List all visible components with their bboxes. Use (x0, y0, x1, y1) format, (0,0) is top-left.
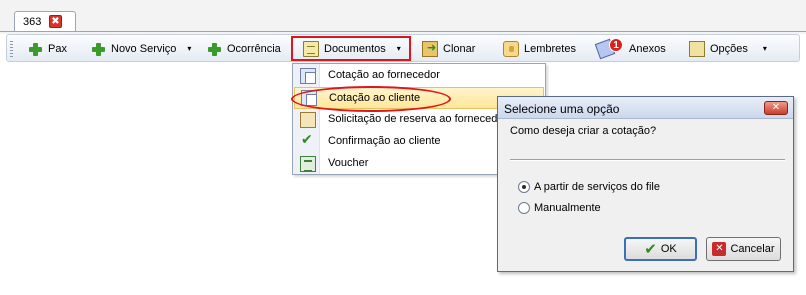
options-icon (689, 40, 705, 57)
ok-button[interactable]: ✔ OK (624, 237, 697, 261)
anexos-label: Anexos (629, 42, 666, 55)
count-badge: 1 (609, 37, 623, 52)
lembretes-button[interactable]: Lembretes (503, 38, 576, 59)
checkmark-icon: ✔ (644, 240, 657, 258)
dialog-title: Selecione uma opção (504, 102, 620, 116)
novo-servico-button[interactable]: Novo Serviço ▾ (90, 38, 191, 59)
cancel-button[interactable]: ✕ Cancelar (706, 237, 781, 261)
radio-label: A partir de serviços do file (534, 181, 660, 193)
voucher-icon (300, 156, 316, 172)
close-icon[interactable]: ✕ (764, 101, 788, 115)
radio-unselected-icon[interactable] (518, 202, 530, 214)
calendar-icon (300, 112, 316, 128)
cancel-label: Cancelar (730, 243, 775, 255)
opcoes-button[interactable]: Opções ▾ (689, 38, 767, 59)
cancel-x-icon: ✕ (712, 242, 727, 256)
radio-label: Manualmente (534, 202, 601, 214)
radio-from-file-services[interactable]: A partir de serviços do file (518, 179, 660, 195)
tab-363[interactable]: 363 ✖ (14, 11, 76, 32)
ocorrencia-button[interactable]: Ocorrência (206, 38, 281, 59)
check-icon (300, 132, 316, 150)
ocorrencia-label: Ocorrência (227, 42, 281, 55)
radio-manual[interactable]: Manualmente (518, 200, 601, 216)
pax-button[interactable]: Pax (27, 38, 67, 59)
menu-item-label: Solicitação de reserva ao fornecedor (328, 113, 508, 125)
dialog-question: Como deseja criar a cotação? (510, 125, 657, 137)
lembretes-label: Lembretes (524, 42, 576, 55)
clonar-label: Clonar (443, 42, 476, 55)
cotacao-cliente-highlight-oval (291, 86, 451, 112)
dialog-title-bar[interactable]: Selecione uma opção ✕ (498, 97, 793, 119)
option-dialog: Selecione uma opção ✕ Como deseja criar … (497, 96, 794, 272)
reminder-icon (503, 40, 519, 57)
clone-icon (422, 40, 438, 57)
radio-selected-icon[interactable] (518, 181, 530, 193)
menu-item-label: Cotação ao fornecedor (328, 69, 440, 81)
tab-strip: 363 ✖ (0, 0, 806, 34)
plus-icon (206, 41, 222, 57)
tab-label: 363 (23, 16, 42, 28)
pages-icon (300, 68, 316, 84)
plus-icon (27, 41, 43, 57)
clonar-button[interactable]: Clonar (422, 38, 475, 59)
toolbar-grip-icon[interactable] (10, 41, 13, 57)
pax-label: Pax (48, 42, 67, 55)
divider (510, 159, 785, 161)
menu-item-cotacao-fornecedor[interactable]: Cotação ao fornecedor (294, 65, 544, 87)
chevron-down-icon: ▾ (762, 44, 767, 53)
menu-item-label: Voucher (328, 157, 369, 169)
close-icon[interactable]: ✖ (49, 15, 62, 28)
chevron-down-icon: ▾ (187, 44, 192, 53)
novo-servico-label: Novo Serviço (111, 42, 177, 55)
anexos-button[interactable]: 1 Anexos (594, 37, 666, 59)
plus-icon (90, 41, 106, 57)
tab-divider (0, 31, 806, 32)
documentos-highlight-box (291, 36, 411, 61)
ok-label: OK (660, 243, 677, 255)
menu-item-label: Confirmação ao cliente (328, 135, 441, 147)
opcoes-label: Opções (710, 42, 748, 55)
